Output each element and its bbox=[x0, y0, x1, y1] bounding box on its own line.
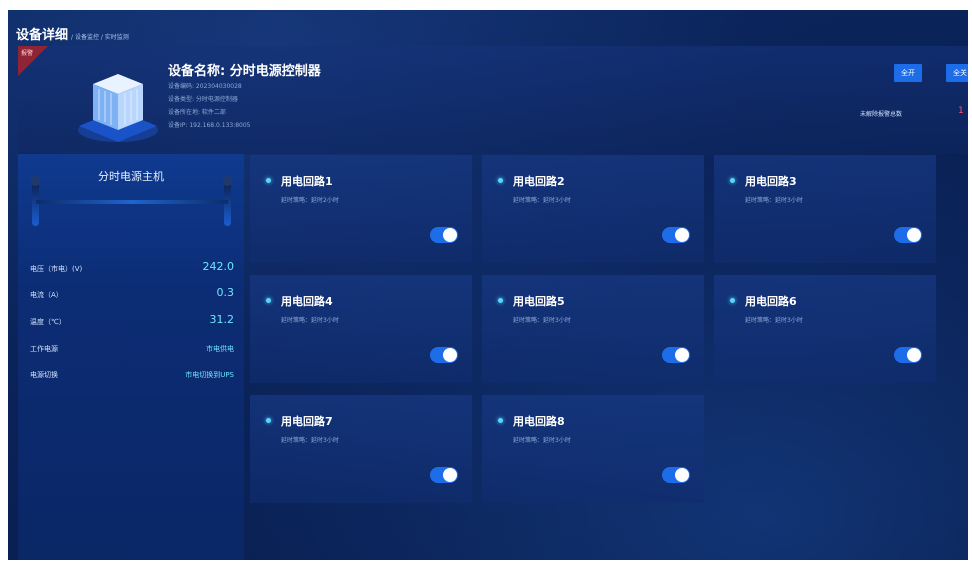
circuit-card: 用电回路8 延时策略：延时3小时 bbox=[482, 395, 704, 503]
circuit-name: 用电回路1 bbox=[281, 175, 333, 188]
status-dot-icon bbox=[498, 178, 503, 183]
circuit-toggle[interactable] bbox=[662, 347, 690, 363]
temperature-value: 31.2 bbox=[209, 313, 235, 326]
circuit-name: 用电回路7 bbox=[281, 415, 333, 428]
circuit-name: 用电回路6 bbox=[745, 295, 797, 308]
power-source-value: 市电供电 bbox=[206, 345, 234, 353]
circuit-toggle[interactable] bbox=[430, 227, 458, 243]
circuit-policy: 延时策略：延时3小时 bbox=[513, 197, 571, 204]
status-dot-icon bbox=[266, 178, 271, 183]
circuit-name: 用电回路8 bbox=[513, 415, 565, 428]
circuit-name: 用电回路3 bbox=[745, 175, 797, 188]
circuit-name: 用电回路5 bbox=[513, 295, 565, 308]
circuit-toggle[interactable] bbox=[894, 347, 922, 363]
circuit-policy: 延时策略：延时2小时 bbox=[281, 197, 339, 204]
alarm-count-value: 1 bbox=[958, 106, 964, 116]
breadcrumb-path[interactable]: / 设备监控 / 实时监测 bbox=[71, 34, 129, 41]
toggle-knob bbox=[675, 468, 689, 482]
circuit-toggle[interactable] bbox=[430, 467, 458, 483]
circuit-toggle[interactable] bbox=[662, 467, 690, 483]
circuit-card: 用电回路5 延时策略：延时3小时 bbox=[482, 275, 704, 383]
circuit-policy: 延时策略：延时3小时 bbox=[281, 317, 339, 324]
voltage-label: 电压（市电）(V) bbox=[30, 265, 83, 273]
toggle-knob bbox=[907, 348, 921, 362]
host-title: 分时电源主机 bbox=[98, 170, 164, 183]
circuit-toggle[interactable] bbox=[430, 347, 458, 363]
circuit-toggle[interactable] bbox=[662, 227, 690, 243]
toggle-knob bbox=[443, 228, 457, 242]
device-ip: 设备IP: 192.168.0.133:8005 bbox=[168, 122, 251, 129]
toggle-knob bbox=[443, 468, 457, 482]
circuit-card: 用电回路1 延时策略：延时2小时 bbox=[250, 155, 472, 263]
breadcrumb: 设备详细 / 设备监控 / 实时监测 bbox=[16, 24, 129, 43]
circuit-policy: 延时策略：延时3小时 bbox=[745, 317, 803, 324]
left-slider-knob[interactable] bbox=[31, 176, 40, 186]
power-switch-label: 电源切换 bbox=[30, 371, 58, 379]
circuit-name: 用电回路4 bbox=[281, 295, 333, 308]
power-source-label: 工作电源 bbox=[30, 345, 58, 353]
toggle-knob bbox=[443, 348, 457, 362]
circuit-policy: 延时策略：延时3小时 bbox=[513, 317, 571, 324]
toggle-knob bbox=[675, 348, 689, 362]
circuit-card: 用电回路2 延时策略：延时3小时 bbox=[482, 155, 704, 263]
current-value: 0.3 bbox=[216, 286, 235, 299]
circuit-toggle[interactable] bbox=[894, 227, 922, 243]
device-info-panel: 报警 设备名称: 分时电源控制器 设备编码: 202304030028 设备类型… bbox=[18, 46, 968, 154]
device-type: 设备类型: 分时电源控制器 bbox=[168, 96, 238, 103]
status-dot-icon bbox=[266, 298, 271, 303]
toggle-knob bbox=[907, 228, 921, 242]
status-dot-icon bbox=[498, 418, 503, 423]
status-dot-icon bbox=[730, 178, 735, 183]
power-switch-value: 市电切换到UPS bbox=[185, 371, 234, 379]
status-dot-icon bbox=[498, 298, 503, 303]
circuit-policy: 延时策略：延时3小时 bbox=[745, 197, 803, 204]
alarm-tag-label: 报警 bbox=[21, 50, 34, 57]
device-cube-icon bbox=[78, 74, 158, 142]
circuit-name: 用电回路2 bbox=[513, 175, 565, 188]
device-detail-screen: 设备详细 / 设备监控 / 实时监测 报警 设备名称: 分时电源控制器 设备编码:… bbox=[8, 10, 968, 560]
alarm-count-label: 未解除报警总数 bbox=[860, 111, 903, 118]
close-all-button[interactable]: 全关 bbox=[946, 64, 968, 82]
circuit-card: 用电回路4 延时策略：延时3小时 bbox=[250, 275, 472, 383]
voltage-value: 242.0 bbox=[202, 260, 235, 273]
current-label: 电流（A） bbox=[30, 291, 63, 299]
circuit-policy: 延时策略：延时3小时 bbox=[513, 437, 571, 444]
device-code: 设备编码: 202304030028 bbox=[168, 83, 242, 90]
device-name: 设备名称: 分时电源控制器 bbox=[168, 64, 321, 79]
temperature-label: 温度（℃） bbox=[30, 318, 66, 326]
page-title: 设备详细 bbox=[16, 28, 69, 43]
device-location: 设备所在地: 软件二部 bbox=[168, 109, 226, 116]
host-divider-bar bbox=[36, 200, 228, 204]
toggle-knob bbox=[675, 228, 689, 242]
circuit-card: 用电回路6 延时策略：延时3小时 bbox=[714, 275, 936, 383]
circuit-card: 用电回路7 延时策略：延时3小时 bbox=[250, 395, 472, 503]
open-all-button[interactable]: 全开 bbox=[894, 64, 922, 82]
circuit-card: 用电回路3 延时策略：延时3小时 bbox=[714, 155, 936, 263]
circuit-policy: 延时策略：延时3小时 bbox=[281, 437, 339, 444]
right-slider-knob[interactable] bbox=[223, 176, 232, 186]
status-dot-icon bbox=[266, 418, 271, 423]
host-panel: 分时电源主机 电压（市电）(V) 242.0 电流（A） 0.3 温度（℃） 3… bbox=[18, 154, 244, 560]
status-dot-icon bbox=[730, 298, 735, 303]
